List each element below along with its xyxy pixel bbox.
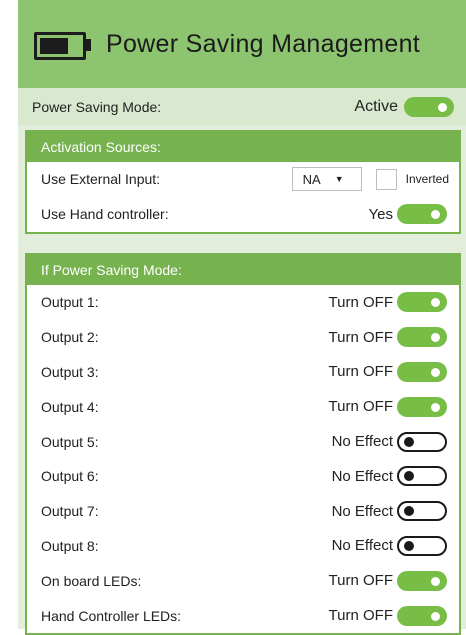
output-effect-value: Turn OFF <box>328 328 393 346</box>
output-label: Output 7: <box>41 503 99 520</box>
output-row: Output 2: Turn OFF <box>27 320 459 355</box>
output-toggle[interactable] <box>397 431 447 452</box>
output-toggle[interactable] <box>397 501 447 522</box>
toggle-knob <box>431 298 440 308</box>
output-effect-value: Turn OFF <box>328 363 393 381</box>
activation-sources-section: Activation Sources: Use External Input: … <box>25 130 461 234</box>
effects-header: If Power Saving Mode: <box>27 255 459 285</box>
output-row: Output 1: Turn OFF <box>27 285 459 320</box>
toggle-knob <box>404 540 414 551</box>
output-row: Output 3: Turn OFF <box>27 355 459 390</box>
toggle-knob <box>431 611 440 621</box>
battery-icon <box>34 30 92 60</box>
output-toggle[interactable] <box>397 396 447 417</box>
output-label: On board LEDs: <box>41 572 142 589</box>
power-saving-mode-row: Power Saving Mode: Active <box>18 88 466 125</box>
hand-controller-label: Use Hand controller: <box>41 206 169 223</box>
output-effect-value: No Effect <box>331 467 393 485</box>
left-margin <box>0 0 18 629</box>
output-label: Hand Controller LEDs: <box>41 607 182 624</box>
output-row: Output 6: No Effect <box>27 459 459 494</box>
output-row: Output 8: No Effect <box>27 529 459 564</box>
output-effect-value: No Effect <box>331 537 393 555</box>
output-row: Hand Controller LEDs: Turn OFF <box>27 598 459 633</box>
chevron-down-icon: ▼ <box>334 174 344 185</box>
output-label: Output 2: <box>41 329 99 346</box>
inverted-label: Inverted <box>405 172 449 187</box>
output-effect-value: No Effect <box>331 502 393 520</box>
toggle-knob <box>404 436 414 447</box>
toggle-knob <box>404 471 414 482</box>
output-toggle[interactable] <box>397 292 447 313</box>
output-label: Output 8: <box>41 537 99 554</box>
output-effect-value: Turn OFF <box>328 607 393 625</box>
output-toggle[interactable] <box>397 466 447 487</box>
output-effect-value: Turn OFF <box>328 572 393 590</box>
output-toggle[interactable] <box>397 535 447 556</box>
hand-controller-row: Use Hand controller: Yes <box>27 197 459 232</box>
toggle-knob <box>431 367 440 377</box>
toggle-knob <box>431 576 440 586</box>
toggle-knob <box>431 402 440 412</box>
external-input-select[interactable]: NA ▼ <box>291 167 362 192</box>
external-input-value: NA <box>302 171 321 187</box>
output-label: Output 6: <box>41 468 99 485</box>
activation-sources-header: Activation Sources: <box>27 132 459 162</box>
output-toggle[interactable] <box>397 605 447 626</box>
output-label: Output 5: <box>41 433 99 450</box>
toggle-knob <box>431 333 440 343</box>
hand-controller-toggle[interactable] <box>397 204 447 225</box>
output-row: Output 5: No Effect <box>27 424 459 459</box>
toggle-knob <box>404 506 414 517</box>
output-toggle[interactable] <box>397 570 447 591</box>
page-title: Power Saving Management <box>106 29 421 58</box>
inverted-checkbox[interactable] <box>375 168 397 190</box>
power-saving-mode-toggle[interactable] <box>404 96 454 117</box>
output-row: Output 7: No Effect <box>27 494 459 529</box>
header-bar: Power Saving Management <box>18 0 466 88</box>
hand-controller-value: Yes <box>368 205 393 223</box>
output-label: Output 4: <box>41 398 99 415</box>
output-toggle[interactable] <box>397 327 447 348</box>
external-input-row: Use External Input: NA ▼ Inverted <box>27 162 459 197</box>
output-row: Output 4: Turn OFF <box>27 389 459 424</box>
power-saving-effects-section: If Power Saving Mode: Output 1: Turn OFF O… <box>25 253 461 635</box>
output-effect-value: No Effect <box>331 433 393 451</box>
output-effect-value: Turn OFF <box>328 398 393 416</box>
output-row: On board LEDs: Turn OFF <box>27 563 459 598</box>
output-label: Output 1: <box>41 294 99 311</box>
output-toggle[interactable] <box>397 361 447 382</box>
power-saving-mode-label: Power Saving Mode: <box>32 98 162 115</box>
external-input-label: Use External Input: <box>41 171 161 188</box>
power-saving-mode-value: Active <box>354 97 398 115</box>
output-label: Output 3: <box>41 363 99 380</box>
output-effect-value: Turn OFF <box>328 293 393 311</box>
